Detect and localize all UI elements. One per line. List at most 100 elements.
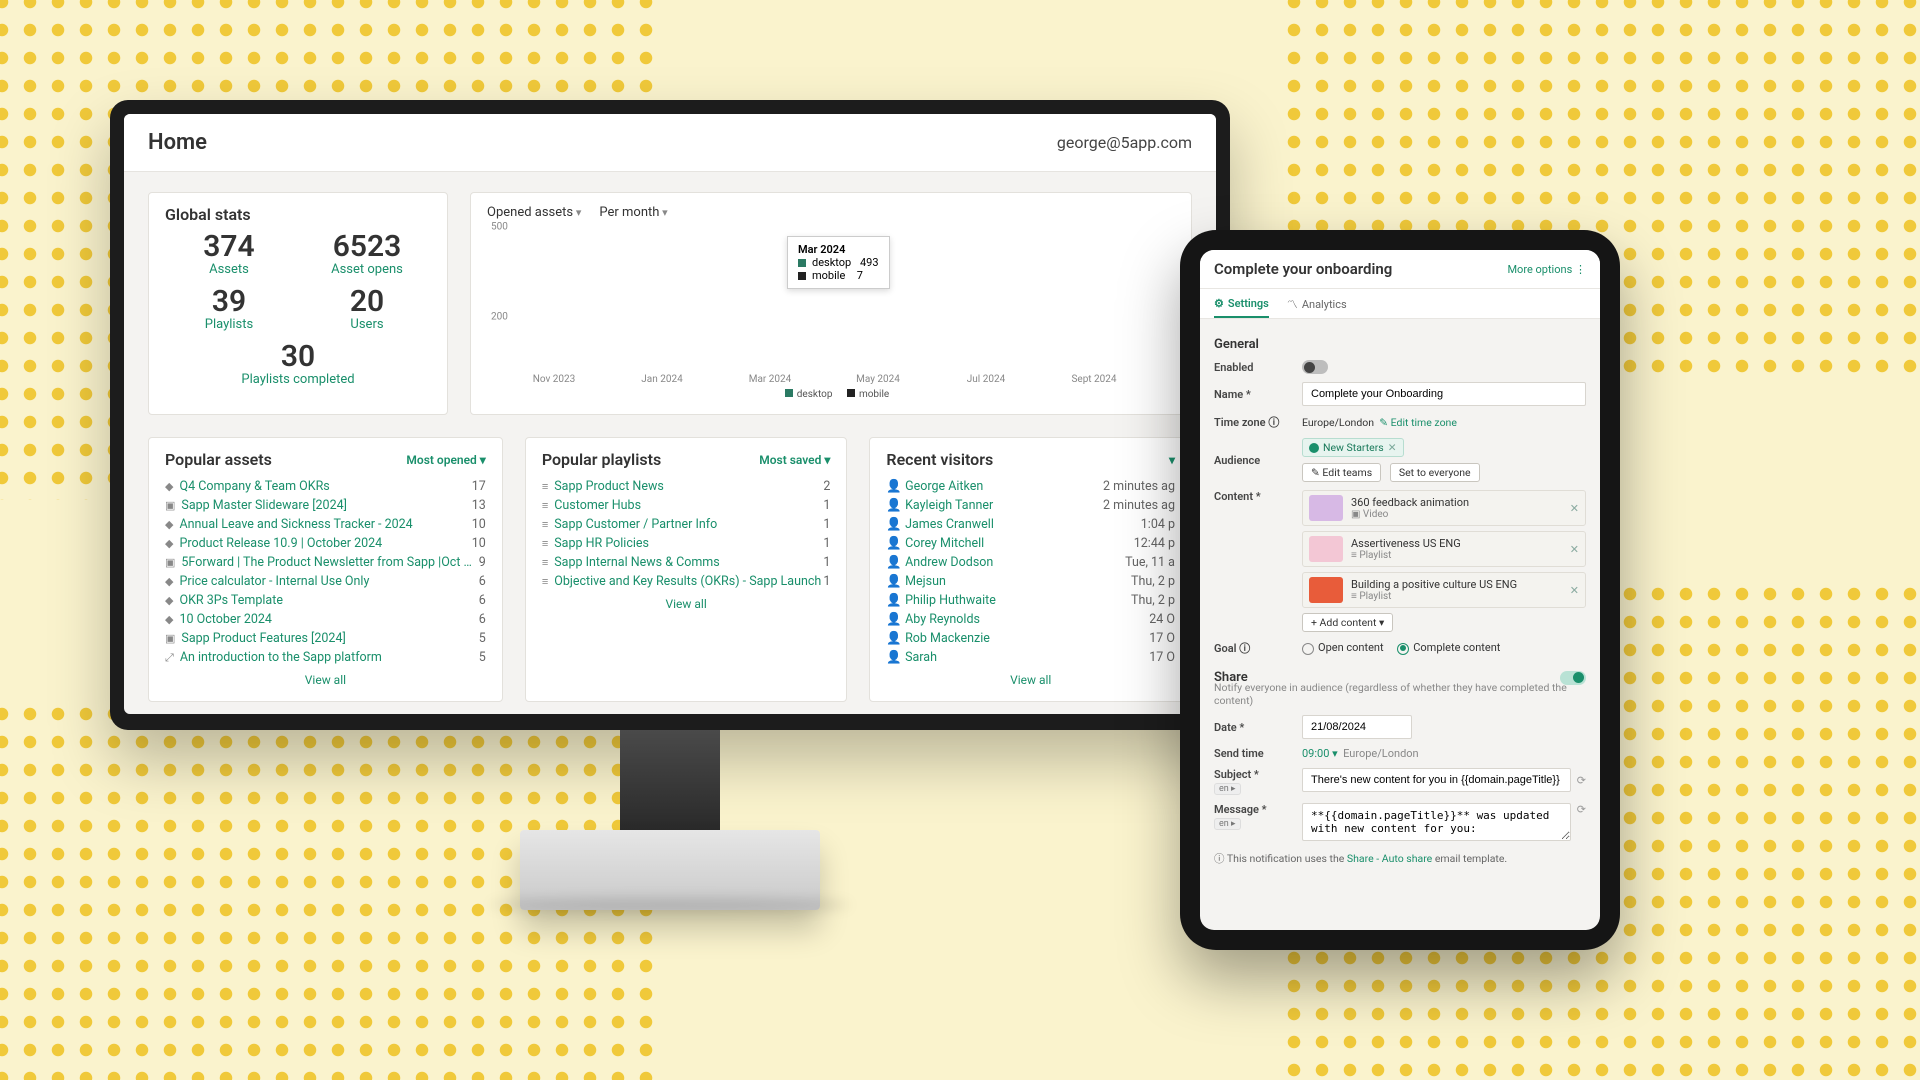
visitor-row: 👤 George Aitken2 minutes ag: [886, 477, 1175, 496]
content-thumb: [1309, 577, 1343, 603]
edit-timezone-link[interactable]: ✎ Edit time zone: [1379, 416, 1457, 429]
stat-label[interactable]: Playlists completed: [165, 372, 431, 387]
visitor-name[interactable]: 👤 James Cranwell: [886, 517, 993, 532]
asset-row[interactable]: ◆10 October 20246: [165, 610, 486, 629]
stat-value: 30: [165, 342, 431, 372]
person-icon: 👤: [886, 479, 902, 494]
monitor-frame: Home george@5app.com Global stats 374Ass…: [110, 100, 1230, 730]
playlist-count: 1: [823, 517, 830, 532]
chart-tooltip: Mar 2024 desktop 493 mobile 7: [787, 236, 890, 289]
chart-metric-dropdown[interactable]: Opened assets: [487, 205, 581, 220]
monitor-base: [520, 830, 820, 910]
chart-period-dropdown[interactable]: Per month: [599, 205, 667, 220]
visitor-name[interactable]: 👤 Corey Mitchell: [886, 536, 984, 551]
visitor-name[interactable]: 👤 George Aitken: [886, 479, 983, 494]
playlist-row[interactable]: ≡Sapp Customer / Partner Info1: [542, 515, 831, 534]
popular-playlists-sort[interactable]: Most saved ▾: [759, 453, 830, 467]
subject-input[interactable]: [1302, 768, 1571, 792]
share-toggle[interactable]: [1560, 671, 1586, 685]
content-item[interactable]: Building a positive culture US ENG≡ Play…: [1302, 572, 1586, 608]
visitor-time: 12:44 p: [1134, 536, 1175, 551]
remove-content-icon[interactable]: ✕: [1570, 543, 1579, 556]
asset-type-icon: ⤢: [165, 651, 174, 664]
dashboard-body: Global stats 374Assets6523Asset opens39P…: [124, 172, 1216, 708]
recent-visitors-dropdown[interactable]: ▾: [1169, 453, 1175, 467]
remove-content-icon[interactable]: ✕: [1570, 584, 1579, 597]
chart-xtick: [689, 374, 743, 385]
visitor-name[interactable]: 👤 Aby Reynolds: [886, 612, 980, 627]
subject-reset-icon[interactable]: ⟳: [1571, 774, 1586, 787]
playlist-row[interactable]: ≡Customer Hubs1: [542, 496, 831, 515]
stat-label[interactable]: Playlists: [165, 317, 293, 332]
template-link[interactable]: Share - Auto share: [1347, 852, 1432, 865]
stat-label[interactable]: Asset opens: [303, 262, 431, 277]
asset-count: 9: [479, 555, 486, 570]
popular-playlists-viewall[interactable]: View all: [542, 597, 831, 611]
global-stats-title: Global stats: [165, 205, 251, 224]
edit-teams-button[interactable]: ✎ Edit teams: [1302, 463, 1381, 482]
popular-assets-sort[interactable]: Most opened ▾: [406, 453, 485, 467]
playlist-row[interactable]: ≡Sapp HR Policies1: [542, 534, 831, 553]
account-email[interactable]: george@5app.com: [1057, 133, 1192, 152]
playlist-row[interactable]: ≡Sapp Product News2: [542, 477, 831, 496]
asset-row[interactable]: ◆Q4 Company & Team OKRs17: [165, 477, 486, 496]
stat-label[interactable]: Assets: [165, 262, 293, 277]
tab-settings[interactable]: ⚙ Settings: [1214, 289, 1269, 318]
playlist-count: 1: [823, 536, 830, 551]
stat-label[interactable]: Users: [303, 317, 431, 332]
person-icon: 👤: [886, 631, 902, 646]
date-input[interactable]: [1302, 715, 1412, 739]
recent-visitors-viewall[interactable]: View all: [886, 673, 1175, 687]
message-reset-icon[interactable]: ⟳: [1571, 803, 1586, 816]
asset-row[interactable]: ◆Annual Leave and Sickness Tracker - 202…: [165, 515, 486, 534]
asset-row[interactable]: ◆Product Release 10.9 | October 202410: [165, 534, 486, 553]
chart-xtick: [1013, 374, 1067, 385]
visitor-time: 2 minutes ag: [1103, 498, 1175, 513]
visitor-name[interactable]: 👤 Mejsun: [886, 574, 945, 589]
visitor-row: 👤 Philip HuthwaiteThu, 2 p: [886, 591, 1175, 610]
visitor-name[interactable]: 👤 Sarah: [886, 650, 937, 665]
playlist-icon: ≡: [542, 480, 548, 493]
goal-open-radio[interactable]: [1302, 643, 1314, 655]
playlist-row[interactable]: ≡Objective and Key Results (OKRs) - Sapp…: [542, 572, 831, 591]
playlist-icon: ≡: [542, 556, 548, 569]
sendtime-dropdown[interactable]: 09:00 ▾: [1302, 747, 1338, 760]
content-thumb: [1309, 495, 1343, 521]
chart-ytick: 500: [491, 222, 508, 233]
asset-row[interactable]: ⤢An introduction to the Sapp platform5: [165, 648, 486, 667]
visitor-name[interactable]: 👤 Philip Huthwaite: [886, 593, 995, 608]
visitor-name[interactable]: 👤 Kayleigh Tanner: [886, 498, 993, 513]
chart-legend: desktop mobile: [487, 389, 1175, 400]
remove-content-icon[interactable]: ✕: [1570, 502, 1579, 515]
goal-complete-radio[interactable]: [1397, 643, 1409, 655]
chart-area: 500 200 Mar 2024 desktop 493 mobile 7: [487, 224, 1175, 374]
audience-chip[interactable]: New Starters✕: [1302, 438, 1404, 457]
message-input[interactable]: [1302, 803, 1571, 841]
asset-row[interactable]: ▣Sapp Product Features [2024]5: [165, 629, 486, 648]
playlist-row[interactable]: ≡Sapp Internal News & Comms1: [542, 553, 831, 572]
visitor-name[interactable]: 👤 Rob Mackenzie: [886, 631, 990, 646]
add-content-button[interactable]: + Add content ▾: [1302, 613, 1393, 632]
content-item[interactable]: 360 feedback animation▣ Video✕: [1302, 490, 1586, 526]
playlist-icon: ≡: [542, 575, 548, 588]
chart-xtick: [797, 374, 851, 385]
template-note: ⓘ This notification uses the Share - Aut…: [1214, 851, 1586, 866]
bottom-panels: Popular assets Most opened ▾ ◆Q4 Company…: [148, 437, 1192, 702]
enabled-toggle[interactable]: [1302, 360, 1328, 374]
tab-analytics[interactable]: 〽 Analytics: [1287, 289, 1347, 318]
content-item[interactable]: Assertiveness US ENG≡ Playlist✕: [1302, 531, 1586, 567]
more-options-button[interactable]: More options ⋮: [1507, 263, 1586, 276]
set-everyone-button[interactable]: Set to everyone: [1390, 463, 1480, 482]
name-input[interactable]: [1302, 382, 1586, 406]
asset-row[interactable]: ▣5Forward | The Product Newsletter from …: [165, 553, 486, 572]
asset-row[interactable]: ◆Price calculator - Internal Use Only6: [165, 572, 486, 591]
remove-chip-icon[interactable]: ✕: [1388, 441, 1397, 454]
asset-row[interactable]: ◆OKR 3Ps Template6: [165, 591, 486, 610]
visitor-name[interactable]: 👤 Andrew Dodson: [886, 555, 993, 570]
popular-assets-viewall[interactable]: View all: [165, 673, 486, 687]
asset-row[interactable]: ▣Sapp Master Slideware [2024]13: [165, 496, 486, 515]
goal-label: Goal ⓘ: [1214, 640, 1292, 656]
person-icon: 👤: [886, 517, 902, 532]
name-label: Name *: [1214, 388, 1292, 401]
desktop-app: Home george@5app.com Global stats 374Ass…: [124, 114, 1216, 714]
